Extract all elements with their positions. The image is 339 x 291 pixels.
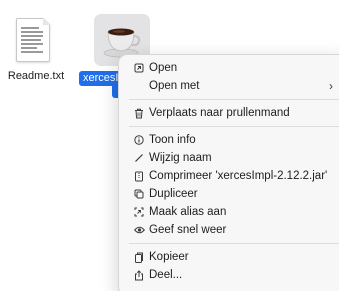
menu-separator [129,99,339,100]
menu-item-label: Kopieer [149,251,189,263]
menu-item-label: Wijzig naam [149,152,212,164]
menu-item-label: Dupliceer [149,188,198,200]
menu-item-label: Comprimeer 'xercesImpl-2.12.2.jar' [149,170,328,182]
menu-item-open[interactable]: Open [119,59,339,77]
menu-item-open-with[interactable]: Open met › [119,77,339,95]
text-file-icon[interactable] [16,17,51,62]
menu-item-quick-look[interactable]: Geef snel weer [119,221,339,239]
menu-item-label: Open met [149,80,200,92]
menu-item-share[interactable]: Deel... [119,266,339,284]
menu-item-label: Open [149,62,178,74]
menu-item-label: Geef snel weer [149,224,227,236]
menu-separator [129,126,339,127]
coffee-cup-icon [103,28,141,58]
menu-item-label: Deel... [149,269,183,281]
desktop: Readme.txt xercesIm Open Open met › [0,0,339,291]
trash-icon [133,104,145,122]
eye-icon [133,221,145,239]
file-label-jar[interactable]: xercesIm [79,71,123,86]
menu-item-compress[interactable]: Comprimeer 'xercesImpl-2.12.2.jar' [119,167,339,185]
pencil-icon [133,149,145,167]
open-icon [133,59,145,77]
menu-item-label: Verplaats naar prullenmand [149,107,290,119]
info-icon [133,131,145,149]
chevron-right-icon: › [329,79,333,93]
context-menu: Open Open met › Verplaats naar prullenma… [118,54,339,291]
menu-separator [129,243,339,244]
alias-icon [133,203,145,221]
file-label-readme[interactable]: Readme.txt [7,70,65,82]
menu-item-rename[interactable]: Wijzig naam [119,149,339,167]
menu-item-label: Toon info [149,134,196,146]
menu-item-copy[interactable]: Kopieer [119,248,339,266]
copy-icon [133,248,145,266]
duplicate-icon [133,185,145,203]
menu-item-label: Maak alias aan [149,206,227,218]
menu-item-duplicate[interactable]: Dupliceer [119,185,339,203]
menu-item-get-info[interactable]: Toon info [119,131,339,149]
archive-icon [133,167,145,185]
menu-item-make-alias[interactable]: Maak alias aan [119,203,339,221]
menu-item-move-to-trash[interactable]: Verplaats naar prullenmand [119,104,339,122]
share-icon [133,266,145,284]
